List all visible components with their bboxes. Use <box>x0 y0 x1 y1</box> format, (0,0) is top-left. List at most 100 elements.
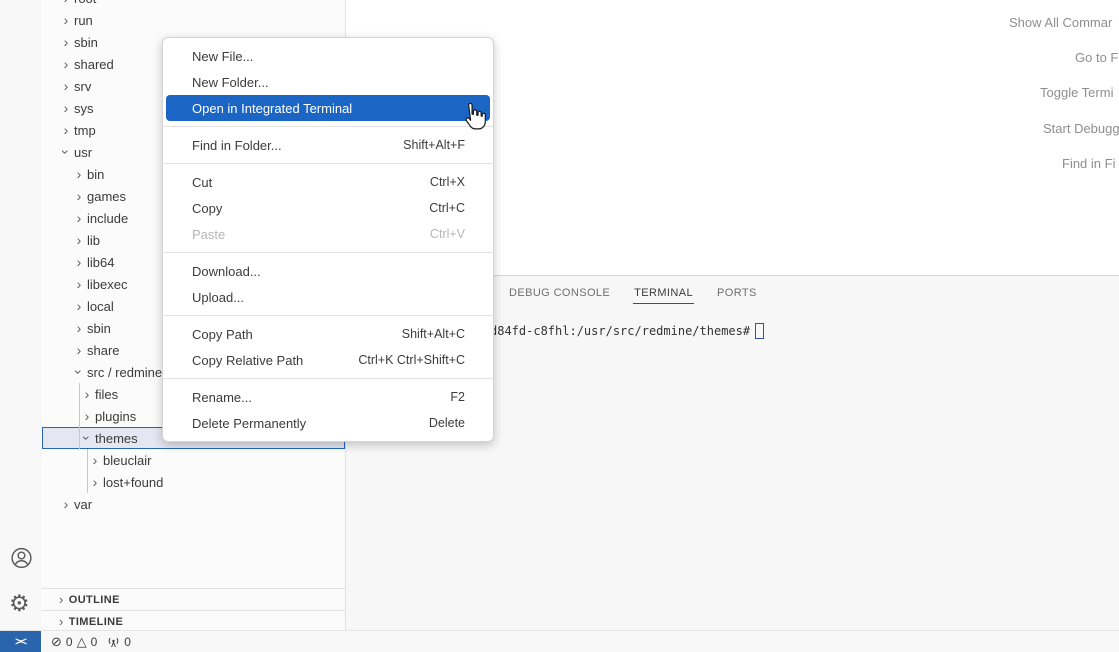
tree-item-label: lost+found <box>103 475 163 490</box>
explorer-context-menu: New File... New Folder... Open in Integr… <box>162 37 494 442</box>
chevron-right-icon: › <box>58 123 74 137</box>
watermark-toggle-terminal: Toggle Termi <box>1040 85 1113 100</box>
watermark-find-in-files: Find in Fi <box>1062 156 1115 171</box>
chevron-down-icon: › <box>80 430 94 446</box>
warning-count: 0 <box>91 635 98 649</box>
error-icon: ⊘ <box>51 636 62 649</box>
terminal-prompt-text: d84fd-c8fhl:/usr/src/redmine/themes# <box>490 324 750 338</box>
chevron-right-icon: › <box>58 101 74 115</box>
menu-item-download[interactable]: Download... <box>166 258 490 284</box>
chevron-right-icon: › <box>79 387 95 401</box>
tree-item-label: root <box>74 0 96 6</box>
tab-terminal[interactable]: TERMINAL <box>633 283 694 304</box>
menu-item-find-in-folder[interactable]: Find in Folder...Shift+Alt+F <box>166 132 490 158</box>
tree-item-label: bin <box>87 167 104 182</box>
ports-count: 0 <box>124 635 131 649</box>
warning-icon: △ <box>77 636 87 649</box>
menu-separator <box>163 126 493 127</box>
terminal-prompt-line[interactable]: d84fd-c8fhl:/usr/src/redmine/themes# <box>490 323 764 339</box>
menu-item-open-in-integrated-terminal[interactable]: Open in Integrated Terminal <box>166 95 490 121</box>
tree-item-label: run <box>74 13 93 28</box>
menu-item-copy-path[interactable]: Copy PathShift+Alt+C <box>166 321 490 347</box>
chevron-right-icon: › <box>58 35 74 49</box>
vscode-window: ⚙ ›root ›run ›sbin ›shared ›srv ›sys ›tm… <box>0 0 1119 652</box>
menu-separator <box>163 378 493 379</box>
indent-guide <box>87 449 88 493</box>
menu-item-copy-relative-path[interactable]: Copy Relative PathCtrl+K Ctrl+Shift+C <box>166 347 490 373</box>
chevron-right-icon: › <box>58 57 74 71</box>
menu-separator <box>163 252 493 253</box>
chevron-right-icon: › <box>71 255 87 269</box>
watermark-start-debugging: Start Debuggi <box>1043 121 1119 136</box>
tree-item-label: include <box>87 211 128 226</box>
tree-item-label: srv <box>74 79 91 94</box>
menu-separator <box>163 315 493 316</box>
tree-item-label: games <box>87 189 126 204</box>
tree-item-label: shared <box>74 57 114 72</box>
activity-bar: ⚙ <box>0 0 43 630</box>
tree-item-label: sbin <box>87 321 111 336</box>
tree-item-label: share <box>87 343 120 358</box>
tree-item-label: src / redmine <box>87 365 162 380</box>
tree-item-label: tmp <box>74 123 96 138</box>
chevron-right-icon: › <box>87 475 103 489</box>
chevron-right-icon: › <box>71 189 87 203</box>
remote-indicator[interactable]: >< <box>0 631 41 652</box>
tree-item-label: themes <box>95 431 138 446</box>
chevron-right-icon: › <box>59 592 64 607</box>
account-icon[interactable] <box>9 545 34 571</box>
menu-item-paste: PasteCtrl+V <box>166 221 490 247</box>
problems-indicator[interactable]: ⊘ 0 △ 0 <box>51 635 97 649</box>
tree-item-run[interactable]: ›run <box>42 9 345 31</box>
chevron-right-icon: › <box>71 299 87 313</box>
menu-item-upload[interactable]: Upload... <box>166 284 490 310</box>
timeline-label: TIMELINE <box>69 616 124 628</box>
chevron-right-icon: › <box>71 277 87 291</box>
chevron-right-icon: › <box>58 79 74 93</box>
indent-guide <box>79 383 80 449</box>
tree-item-label: bleuclair <box>103 453 151 468</box>
menu-item-new-file[interactable]: New File... <box>166 43 490 69</box>
menu-item-new-folder[interactable]: New Folder... <box>166 69 490 95</box>
menu-separator <box>163 163 493 164</box>
watermark-show-all-commands: Show All Commar <box>1009 15 1112 30</box>
tab-ports[interactable]: PORTS <box>716 283 758 303</box>
error-count: 0 <box>66 635 73 649</box>
chevron-right-icon: › <box>58 13 74 27</box>
chevron-right-icon: › <box>58 0 74 5</box>
chevron-right-icon: › <box>71 167 87 181</box>
tree-item-label: var <box>74 497 92 512</box>
chevron-right-icon: › <box>79 409 95 423</box>
chevron-down-icon: › <box>59 144 73 160</box>
gear-icon[interactable]: ⚙ <box>9 592 30 616</box>
outline-section-header[interactable]: › OUTLINE <box>42 588 345 610</box>
tree-item-label: sys <box>74 101 94 116</box>
watermark-go-to-file: Go to F <box>1075 50 1118 65</box>
tree-item-label: files <box>95 387 118 402</box>
tab-debug-console[interactable]: DEBUG CONSOLE <box>508 283 611 303</box>
timeline-section-header[interactable]: › TIMELINE <box>42 610 345 630</box>
chevron-right-icon: › <box>87 453 103 467</box>
radio-tower-icon <box>107 636 120 648</box>
tree-item-var[interactable]: ›var <box>42 493 345 515</box>
menu-item-copy[interactable]: CopyCtrl+C <box>166 195 490 221</box>
menu-item-rename[interactable]: Rename...F2 <box>166 384 490 410</box>
tree-item-label: sbin <box>74 35 98 50</box>
status-bar: >< ⊘ 0 △ 0 0 <box>0 630 1119 652</box>
tree-item-root[interactable]: ›root <box>42 0 345 9</box>
chevron-right-icon: › <box>71 211 87 225</box>
tree-item-label: lib <box>87 233 100 248</box>
chevron-right-icon: › <box>71 233 87 247</box>
tree-item-label: libexec <box>87 277 127 292</box>
chevron-right-icon: › <box>71 321 87 335</box>
ports-indicator[interactable]: 0 <box>107 635 131 649</box>
chevron-down-icon: › <box>72 364 86 380</box>
menu-item-cut[interactable]: CutCtrl+X <box>166 169 490 195</box>
menu-item-delete-permanently[interactable]: Delete PermanentlyDelete <box>166 410 490 436</box>
terminal-cursor <box>755 323 764 339</box>
chevron-right-icon: › <box>59 614 64 629</box>
tree-item-label: lib64 <box>87 255 114 270</box>
outline-label: OUTLINE <box>69 594 120 606</box>
tree-item-label: usr <box>74 145 92 160</box>
tree-item-label: local <box>87 299 114 314</box>
